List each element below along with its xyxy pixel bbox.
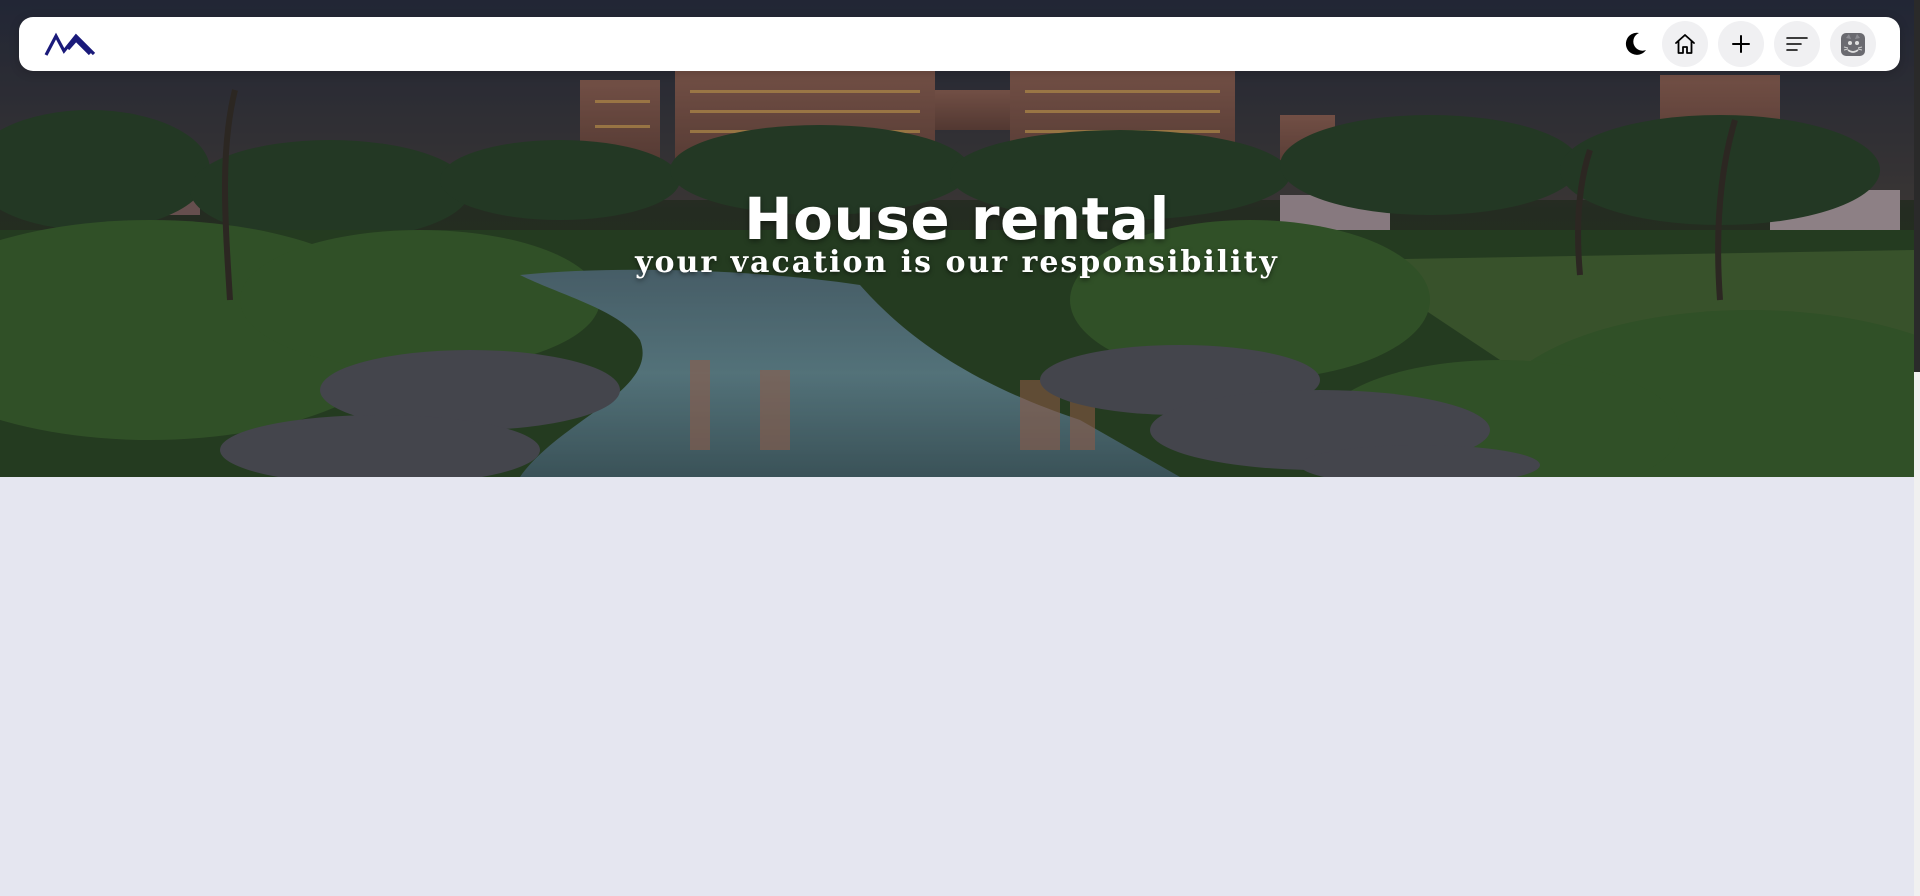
plus-icon: [1732, 35, 1750, 53]
page: House rental your vacation is our respon…: [0, 0, 1920, 896]
navbar: [19, 17, 1900, 71]
moon-icon: [1625, 32, 1646, 55]
theme-toggle[interactable]: [1618, 22, 1652, 66]
add-button[interactable]: [1718, 21, 1764, 67]
hero-banner: House rental your vacation is our respon…: [0, 0, 1914, 477]
home-icon: [1675, 34, 1695, 54]
user-avatar[interactable]: [1830, 21, 1876, 67]
hero-text: House rental your vacation is our respon…: [0, 186, 1914, 280]
menu-lines-icon: [1786, 37, 1808, 51]
logo-link[interactable]: [44, 30, 96, 58]
user-avatar-icon: [1841, 33, 1865, 56]
hero-title: House rental: [744, 185, 1170, 253]
hero-subtitle: your vacation is our responsibility: [635, 245, 1279, 280]
nav-actions: [1618, 21, 1876, 67]
scrollbar-track[interactable]: [1914, 0, 1920, 896]
menu-button[interactable]: [1774, 21, 1820, 67]
home-button[interactable]: [1662, 21, 1708, 67]
scrollbar-thumb[interactable]: [1914, 0, 1920, 372]
mountain-logo-icon: [44, 32, 96, 56]
